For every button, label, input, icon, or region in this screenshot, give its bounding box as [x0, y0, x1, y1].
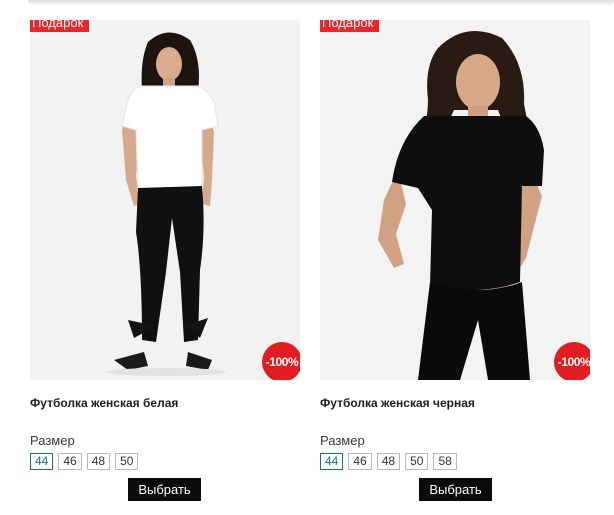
size-option-48[interactable]: 48: [86, 453, 111, 470]
product-card: Подарок -100% Футболка женская белая Раз…: [30, 20, 300, 501]
size-option-46[interactable]: 46: [348, 453, 372, 470]
size-option-44[interactable]: 44: [30, 453, 54, 470]
size-options: 44 46 48 50: [30, 453, 139, 470]
size-option-44[interactable]: 44: [320, 453, 344, 470]
model-black-tshirt-photo: [320, 20, 590, 380]
product-image[interactable]: Подарок -100%: [30, 20, 300, 380]
discount-badge: -100%: [554, 342, 590, 380]
size-option-46[interactable]: 46: [58, 453, 82, 470]
header-shadow: [28, 0, 614, 6]
product-title[interactable]: Футболка женская черная: [320, 396, 475, 410]
model-white-tshirt-photo: [30, 20, 300, 380]
discount-badge: -100%: [262, 342, 300, 380]
product-image[interactable]: Подарок -100%: [320, 20, 590, 380]
size-option-50[interactable]: 50: [115, 453, 139, 470]
size-label: Размер: [320, 433, 365, 448]
select-button[interactable]: Выбрать: [128, 478, 201, 501]
product-card: Подарок -100% Футболка женская черная Ра…: [320, 20, 590, 501]
product-title[interactable]: Футболка женская белая: [30, 396, 178, 410]
size-option-50[interactable]: 50: [405, 453, 429, 470]
size-option-58[interactable]: 58: [433, 453, 457, 470]
select-button[interactable]: Выбрать: [419, 478, 492, 501]
gift-badge: Подарок: [30, 20, 90, 32]
size-label: Размер: [30, 433, 75, 448]
size-options: 44 46 48 50 58: [320, 453, 457, 470]
size-option-48[interactable]: 48: [376, 453, 401, 470]
gift-badge: Подарок: [320, 20, 380, 32]
